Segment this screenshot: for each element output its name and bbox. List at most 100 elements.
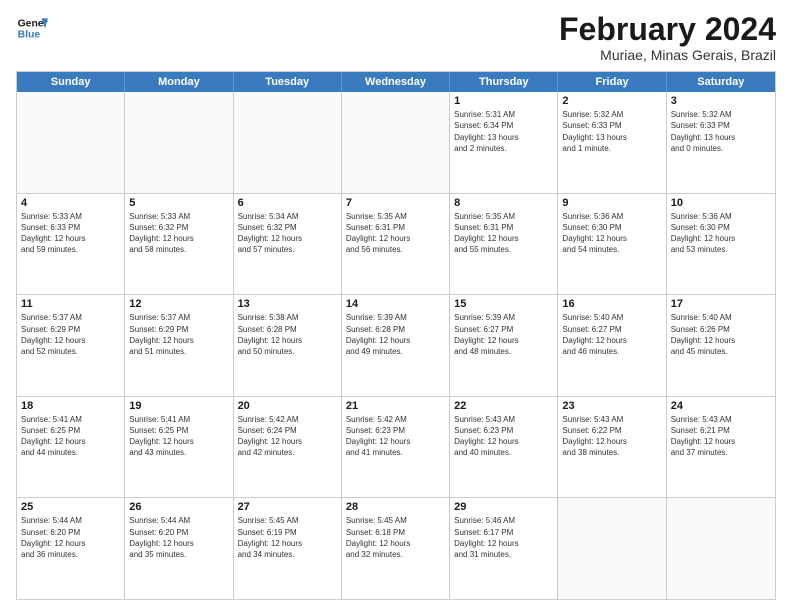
- day-info: Sunrise: 5:36 AM Sunset: 6:30 PM Dayligh…: [562, 211, 661, 256]
- day-number: 24: [671, 400, 771, 412]
- calendar-cell: 25 Sunrise: 5:44 AM Sunset: 6:20 PM Dayli…: [17, 498, 125, 599]
- day-info: Sunrise: 5:33 AM Sunset: 6:32 PM Dayligh…: [129, 211, 228, 256]
- calendar-week-row: 1Sunrise: 5:31 AM Sunset: 6:34 PM Daylig…: [17, 92, 775, 194]
- day-info: Sunrise: 5:32 AM Sunset: 6:33 PM Dayligh…: [562, 109, 661, 154]
- day-number: 16: [562, 298, 661, 310]
- day-info: Sunrise: 5:38 AM Sunset: 6:28 PM Dayligh…: [238, 312, 337, 357]
- calendar-cell: [342, 92, 450, 193]
- day-info: Sunrise: 5:37 AM Sunset: 6:29 PM Dayligh…: [21, 312, 120, 357]
- day-of-week-header: Monday: [125, 72, 233, 92]
- calendar-cell: 28 Sunrise: 5:45 AM Sunset: 6:18 PM Dayli…: [342, 498, 450, 599]
- day-number: 27: [238, 501, 337, 513]
- day-info: Sunrise: 5:33 AM Sunset: 6:33 PM Dayligh…: [21, 211, 120, 256]
- calendar-cell: [667, 498, 775, 599]
- calendar-cell: [558, 498, 666, 599]
- calendar-week-row: 18 Sunrise: 5:41 AM Sunset: 6:25 PM Dayli…: [17, 397, 775, 499]
- calendar-cell: 29 Sunrise: 5:46 AM Sunset: 6:17 PM Dayli…: [450, 498, 558, 599]
- day-info: Sunrise: 5:45 AM Sunset: 6:18 PM Dayligh…: [346, 515, 445, 560]
- day-number: 6: [238, 197, 337, 209]
- day-number: 13: [238, 298, 337, 310]
- day-number: 2: [562, 95, 661, 107]
- calendar-cell: 8Sunrise: 5:35 AM Sunset: 6:31 PM Daylig…: [450, 194, 558, 295]
- month-title: February 2024: [559, 12, 776, 47]
- calendar-cell: 17 Sunrise: 5:40 AM Sunset: 6:26 PM Dayli…: [667, 295, 775, 396]
- day-number: 14: [346, 298, 445, 310]
- calendar-cell: 16Sunrise: 5:40 AM Sunset: 6:27 PM Dayli…: [558, 295, 666, 396]
- day-of-week-header: Wednesday: [342, 72, 450, 92]
- day-number: 17: [671, 298, 771, 310]
- svg-text:Blue: Blue: [18, 30, 41, 41]
- calendar-cell: 6 Sunrise: 5:34 AM Sunset: 6:32 PM Daylig…: [234, 194, 342, 295]
- day-info: Sunrise: 5:43 AM Sunset: 6:22 PM Dayligh…: [562, 414, 661, 459]
- day-number: 5: [129, 197, 228, 209]
- calendar-body: 1Sunrise: 5:31 AM Sunset: 6:34 PM Daylig…: [17, 92, 775, 599]
- calendar-cell: 10 Sunrise: 5:36 AM Sunset: 6:30 PM Dayli…: [667, 194, 775, 295]
- day-number: 11: [21, 298, 120, 310]
- day-info: Sunrise: 5:39 AM Sunset: 6:28 PM Dayligh…: [346, 312, 445, 357]
- calendar-cell: 21 Sunrise: 5:42 AM Sunset: 6:23 PM Dayli…: [342, 397, 450, 498]
- day-number: 18: [21, 400, 120, 412]
- day-of-week-header: Saturday: [667, 72, 775, 92]
- calendar-cell: 20 Sunrise: 5:42 AM Sunset: 6:24 PM Dayli…: [234, 397, 342, 498]
- calendar-cell: 27 Sunrise: 5:45 AM Sunset: 6:19 PM Dayli…: [234, 498, 342, 599]
- calendar-cell: [125, 92, 233, 193]
- day-info: Sunrise: 5:34 AM Sunset: 6:32 PM Dayligh…: [238, 211, 337, 256]
- calendar-cell: 4Sunrise: 5:33 AM Sunset: 6:33 PM Daylig…: [17, 194, 125, 295]
- day-info: Sunrise: 5:35 AM Sunset: 6:31 PM Dayligh…: [346, 211, 445, 256]
- calendar-week-row: 11 Sunrise: 5:37 AM Sunset: 6:29 PM Dayli…: [17, 295, 775, 397]
- calendar-week-row: 4Sunrise: 5:33 AM Sunset: 6:33 PM Daylig…: [17, 194, 775, 296]
- day-number: 28: [346, 501, 445, 513]
- calendar-cell: 12 Sunrise: 5:37 AM Sunset: 6:29 PM Dayli…: [125, 295, 233, 396]
- calendar-cell: 24Sunrise: 5:43 AM Sunset: 6:21 PM Dayli…: [667, 397, 775, 498]
- calendar-cell: 11 Sunrise: 5:37 AM Sunset: 6:29 PM Dayli…: [17, 295, 125, 396]
- calendar: SundayMondayTuesdayWednesdayThursdayFrid…: [16, 71, 776, 600]
- calendar-cell: [17, 92, 125, 193]
- day-number: 9: [562, 197, 661, 209]
- day-number: 23: [562, 400, 661, 412]
- day-of-week-header: Thursday: [450, 72, 558, 92]
- day-info: Sunrise: 5:46 AM Sunset: 6:17 PM Dayligh…: [454, 515, 553, 560]
- day-info: Sunrise: 5:32 AM Sunset: 6:33 PM Dayligh…: [671, 109, 771, 154]
- calendar-cell: 26Sunrise: 5:44 AM Sunset: 6:20 PM Dayli…: [125, 498, 233, 599]
- day-info: Sunrise: 5:43 AM Sunset: 6:23 PM Dayligh…: [454, 414, 553, 459]
- calendar-cell: 23 Sunrise: 5:43 AM Sunset: 6:22 PM Dayli…: [558, 397, 666, 498]
- calendar-cell: 22Sunrise: 5:43 AM Sunset: 6:23 PM Dayli…: [450, 397, 558, 498]
- calendar-cell: 15Sunrise: 5:39 AM Sunset: 6:27 PM Dayli…: [450, 295, 558, 396]
- day-info: Sunrise: 5:39 AM Sunset: 6:27 PM Dayligh…: [454, 312, 553, 357]
- calendar-cell: 13 Sunrise: 5:38 AM Sunset: 6:28 PM Dayli…: [234, 295, 342, 396]
- day-info: Sunrise: 5:36 AM Sunset: 6:30 PM Dayligh…: [671, 211, 771, 256]
- day-number: 25: [21, 501, 120, 513]
- day-info: Sunrise: 5:37 AM Sunset: 6:29 PM Dayligh…: [129, 312, 228, 357]
- day-number: 21: [346, 400, 445, 412]
- day-number: 1: [454, 95, 553, 107]
- calendar-cell: 5 Sunrise: 5:33 AM Sunset: 6:32 PM Daylig…: [125, 194, 233, 295]
- day-info: Sunrise: 5:40 AM Sunset: 6:26 PM Dayligh…: [671, 312, 771, 357]
- day-number: 3: [671, 95, 771, 107]
- calendar-cell: 7 Sunrise: 5:35 AM Sunset: 6:31 PM Daylig…: [342, 194, 450, 295]
- logo: General Blue: [16, 12, 52, 44]
- day-info: Sunrise: 5:42 AM Sunset: 6:24 PM Dayligh…: [238, 414, 337, 459]
- calendar-cell: 18Sunrise: 5:41 AM Sunset: 6:25 PM Dayli…: [17, 397, 125, 498]
- day-info: Sunrise: 5:35 AM Sunset: 6:31 PM Dayligh…: [454, 211, 553, 256]
- day-info: Sunrise: 5:42 AM Sunset: 6:23 PM Dayligh…: [346, 414, 445, 459]
- day-number: 12: [129, 298, 228, 310]
- day-info: Sunrise: 5:44 AM Sunset: 6:20 PM Dayligh…: [21, 515, 120, 560]
- day-number: 20: [238, 400, 337, 412]
- location: Muriae, Minas Gerais, Brazil: [559, 47, 776, 63]
- day-info: Sunrise: 5:45 AM Sunset: 6:19 PM Dayligh…: [238, 515, 337, 560]
- calendar-cell: 2 Sunrise: 5:32 AM Sunset: 6:33 PM Daylig…: [558, 92, 666, 193]
- day-number: 19: [129, 400, 228, 412]
- day-of-week-header: Tuesday: [234, 72, 342, 92]
- header: General Blue February 2024 Muriae, Minas…: [16, 12, 776, 63]
- day-of-week-header: Friday: [558, 72, 666, 92]
- calendar-cell: 3 Sunrise: 5:32 AM Sunset: 6:33 PM Daylig…: [667, 92, 775, 193]
- day-number: 7: [346, 197, 445, 209]
- calendar-cell: 19 Sunrise: 5:41 AM Sunset: 6:25 PM Dayli…: [125, 397, 233, 498]
- day-number: 29: [454, 501, 553, 513]
- logo-icon: General Blue: [16, 12, 48, 44]
- calendar-header: SundayMondayTuesdayWednesdayThursdayFrid…: [17, 72, 775, 92]
- calendar-cell: [234, 92, 342, 193]
- day-number: 10: [671, 197, 771, 209]
- day-info: Sunrise: 5:44 AM Sunset: 6:20 PM Dayligh…: [129, 515, 228, 560]
- day-info: Sunrise: 5:41 AM Sunset: 6:25 PM Dayligh…: [129, 414, 228, 459]
